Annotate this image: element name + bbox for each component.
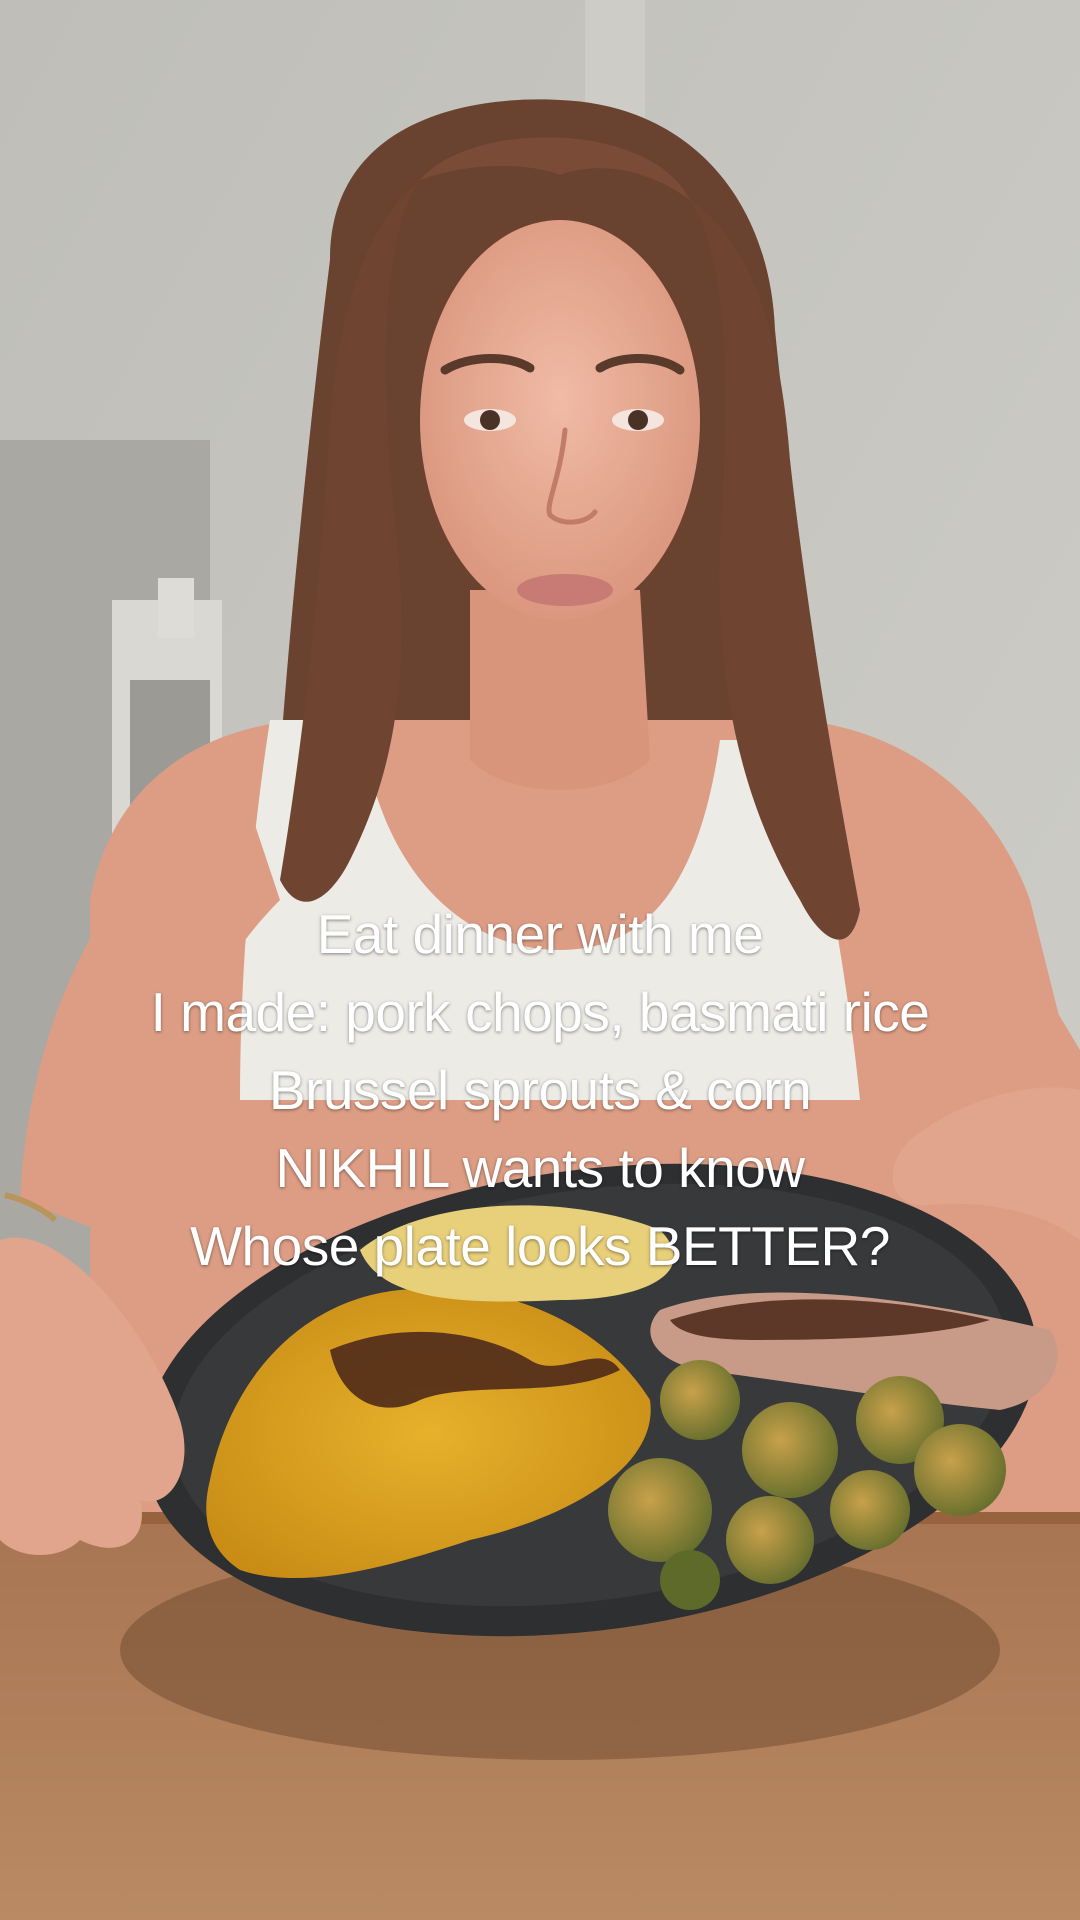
sprout [914,1424,1006,1516]
sprout [830,1470,910,1550]
video-frame: Eat dinner with me I made: pork chops, b… [0,0,1080,1920]
sprout [742,1402,838,1498]
sprout [608,1458,712,1562]
caption-line-2: I made: pork chops, basmati rice [150,981,930,1043]
wall-switch [158,578,194,638]
right-iris [628,410,648,430]
caption-line-1: Eat dinner with me [316,903,764,965]
caption-line-4: NIKHIL wants to know [275,1137,805,1199]
sprout [660,1360,740,1440]
lips [517,574,613,606]
caption-overlay: Eat dinner with me I made: pork chops, b… [0,895,1080,1285]
left-iris [480,410,500,430]
caption-line-3: Brussel sprouts & corn [268,1059,812,1121]
caption-line-5: Whose plate looks BETTER? [190,1215,890,1277]
sprout [726,1496,814,1584]
sprout [660,1550,720,1610]
